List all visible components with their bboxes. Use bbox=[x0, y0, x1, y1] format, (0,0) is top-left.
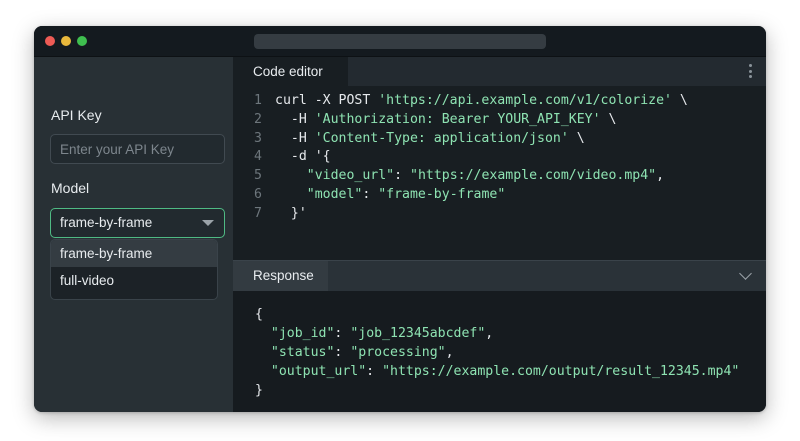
response-line: "job_id": "job_12345abcdef", bbox=[255, 324, 739, 343]
response-line: { bbox=[255, 305, 739, 324]
line-number: 7 bbox=[254, 205, 262, 221]
address-bar[interactable] bbox=[254, 34, 546, 49]
code-text: : bbox=[394, 168, 410, 184]
code-text: curl -X POST bbox=[275, 93, 379, 108]
code-line: 3 -H 'Content-Type: application/json' \ bbox=[233, 130, 766, 149]
line-content: -H 'Authorization: Bearer YOUR_API_KEY' … bbox=[275, 111, 617, 130]
app-window: API Key Model frame-by-frame frame-by-fr… bbox=[34, 26, 766, 412]
code-line: 2 -H 'Authorization: Bearer YOUR_API_KEY… bbox=[233, 111, 766, 130]
code-text: { bbox=[255, 307, 263, 322]
code-string: "job_id" bbox=[270, 326, 335, 341]
api-key-label: API Key bbox=[51, 107, 102, 123]
code-string: "video_url" bbox=[306, 168, 395, 184]
code-string: "model" bbox=[306, 186, 363, 202]
code-string: 'Content-Type: application/json' bbox=[314, 130, 569, 146]
response-panel: { "job_id": "job_12345abcdef", "status":… bbox=[233, 291, 766, 412]
line-number: 4 bbox=[254, 149, 262, 165]
code-line: 4 -d '{ bbox=[233, 148, 766, 167]
code-text: : bbox=[334, 345, 351, 360]
code-text: , bbox=[656, 168, 665, 184]
close-window-button[interactable] bbox=[45, 36, 55, 46]
code-text: \ bbox=[671, 93, 688, 108]
code-text: \ bbox=[568, 130, 585, 146]
code-line: 5 "video_url": "https://example.com/vide… bbox=[233, 167, 766, 186]
line-content: "video_url": "https://example.com/video.… bbox=[275, 167, 664, 186]
chevron-down-icon[interactable] bbox=[739, 267, 752, 280]
tab-response[interactable]: Response bbox=[233, 261, 328, 291]
line-number: 3 bbox=[254, 130, 262, 146]
tab-code-editor[interactable]: Code editor bbox=[233, 57, 348, 86]
code-string: "frame-by-frame" bbox=[378, 186, 506, 202]
code-text: }' bbox=[275, 205, 307, 221]
code-string: "https://example.com/output/result_12345… bbox=[382, 364, 740, 379]
code-text: : bbox=[334, 326, 351, 341]
code-area[interactable]: 1 curl -X POST 'https://api.example.com/v… bbox=[233, 92, 766, 224]
code-string: "status" bbox=[270, 345, 335, 360]
line-content: curl -X POST 'https://api.example.com/v1… bbox=[275, 92, 688, 111]
line-content: "model": "frame-by-frame" bbox=[275, 186, 506, 205]
line-number: 2 bbox=[254, 111, 262, 127]
code-line: 1 curl -X POST 'https://api.example.com/v… bbox=[233, 92, 766, 111]
model-option-frame-by-frame[interactable]: frame-by-frame bbox=[51, 240, 217, 267]
sidebar: API Key Model frame-by-frame frame-by-fr… bbox=[34, 57, 233, 412]
response-body: { "job_id": "job_12345abcdef", "status":… bbox=[255, 305, 739, 400]
api-key-input[interactable] bbox=[50, 134, 225, 164]
response-header: Response bbox=[233, 260, 766, 291]
code-text: -H bbox=[275, 111, 315, 127]
maximize-window-button[interactable] bbox=[77, 36, 87, 46]
code-editor-panel: Code editor 1 curl -X POST 'https://api.e… bbox=[233, 57, 766, 260]
line-content: -d '{ bbox=[275, 148, 331, 167]
line-content: }' bbox=[275, 205, 307, 224]
model-option-full-video[interactable]: full-video bbox=[51, 267, 217, 294]
code-text: : bbox=[366, 364, 383, 379]
response-line: "output_url": "https://example.com/outpu… bbox=[255, 362, 739, 381]
code-text: , bbox=[445, 345, 454, 360]
code-text: -d '{ bbox=[275, 149, 331, 165]
model-dropdown-menu: frame-by-frame full-video bbox=[50, 239, 218, 300]
title-bar bbox=[34, 26, 766, 57]
line-number: 5 bbox=[254, 168, 262, 184]
code-string: "https://example.com/video.mp4" bbox=[410, 168, 657, 184]
code-string: "job_12345abcdef" bbox=[350, 326, 486, 341]
code-string: "output_url" bbox=[270, 364, 367, 379]
model-label: Model bbox=[51, 180, 90, 196]
code-text: -H bbox=[275, 130, 315, 146]
model-select[interactable]: frame-by-frame bbox=[50, 208, 225, 238]
code-string: 'Authorization: Bearer YOUR_API_KEY' bbox=[314, 111, 601, 127]
code-string: "processing" bbox=[350, 345, 446, 360]
code-line: 7 }' bbox=[233, 205, 766, 224]
code-text: } bbox=[255, 383, 263, 398]
code-string: 'https://api.example.com/v1/colorize' bbox=[378, 93, 672, 108]
code-text: \ bbox=[600, 111, 617, 127]
code-line: 6 "model": "frame-by-frame" bbox=[233, 186, 766, 205]
code-text: : bbox=[362, 186, 379, 202]
line-content: -H 'Content-Type: application/json' \ bbox=[275, 130, 585, 149]
editor-tab-bar: Code editor bbox=[233, 57, 766, 86]
response-line: "status": "processing", bbox=[255, 343, 739, 362]
model-select-value: frame-by-frame bbox=[60, 215, 153, 230]
line-number: 1 bbox=[254, 93, 262, 108]
response-line: } bbox=[255, 381, 739, 400]
line-number: 6 bbox=[254, 186, 262, 202]
kebab-icon[interactable] bbox=[748, 64, 752, 78]
code-text: , bbox=[485, 326, 494, 341]
minimize-window-button[interactable] bbox=[61, 36, 71, 46]
caret-down-icon bbox=[202, 220, 214, 226]
